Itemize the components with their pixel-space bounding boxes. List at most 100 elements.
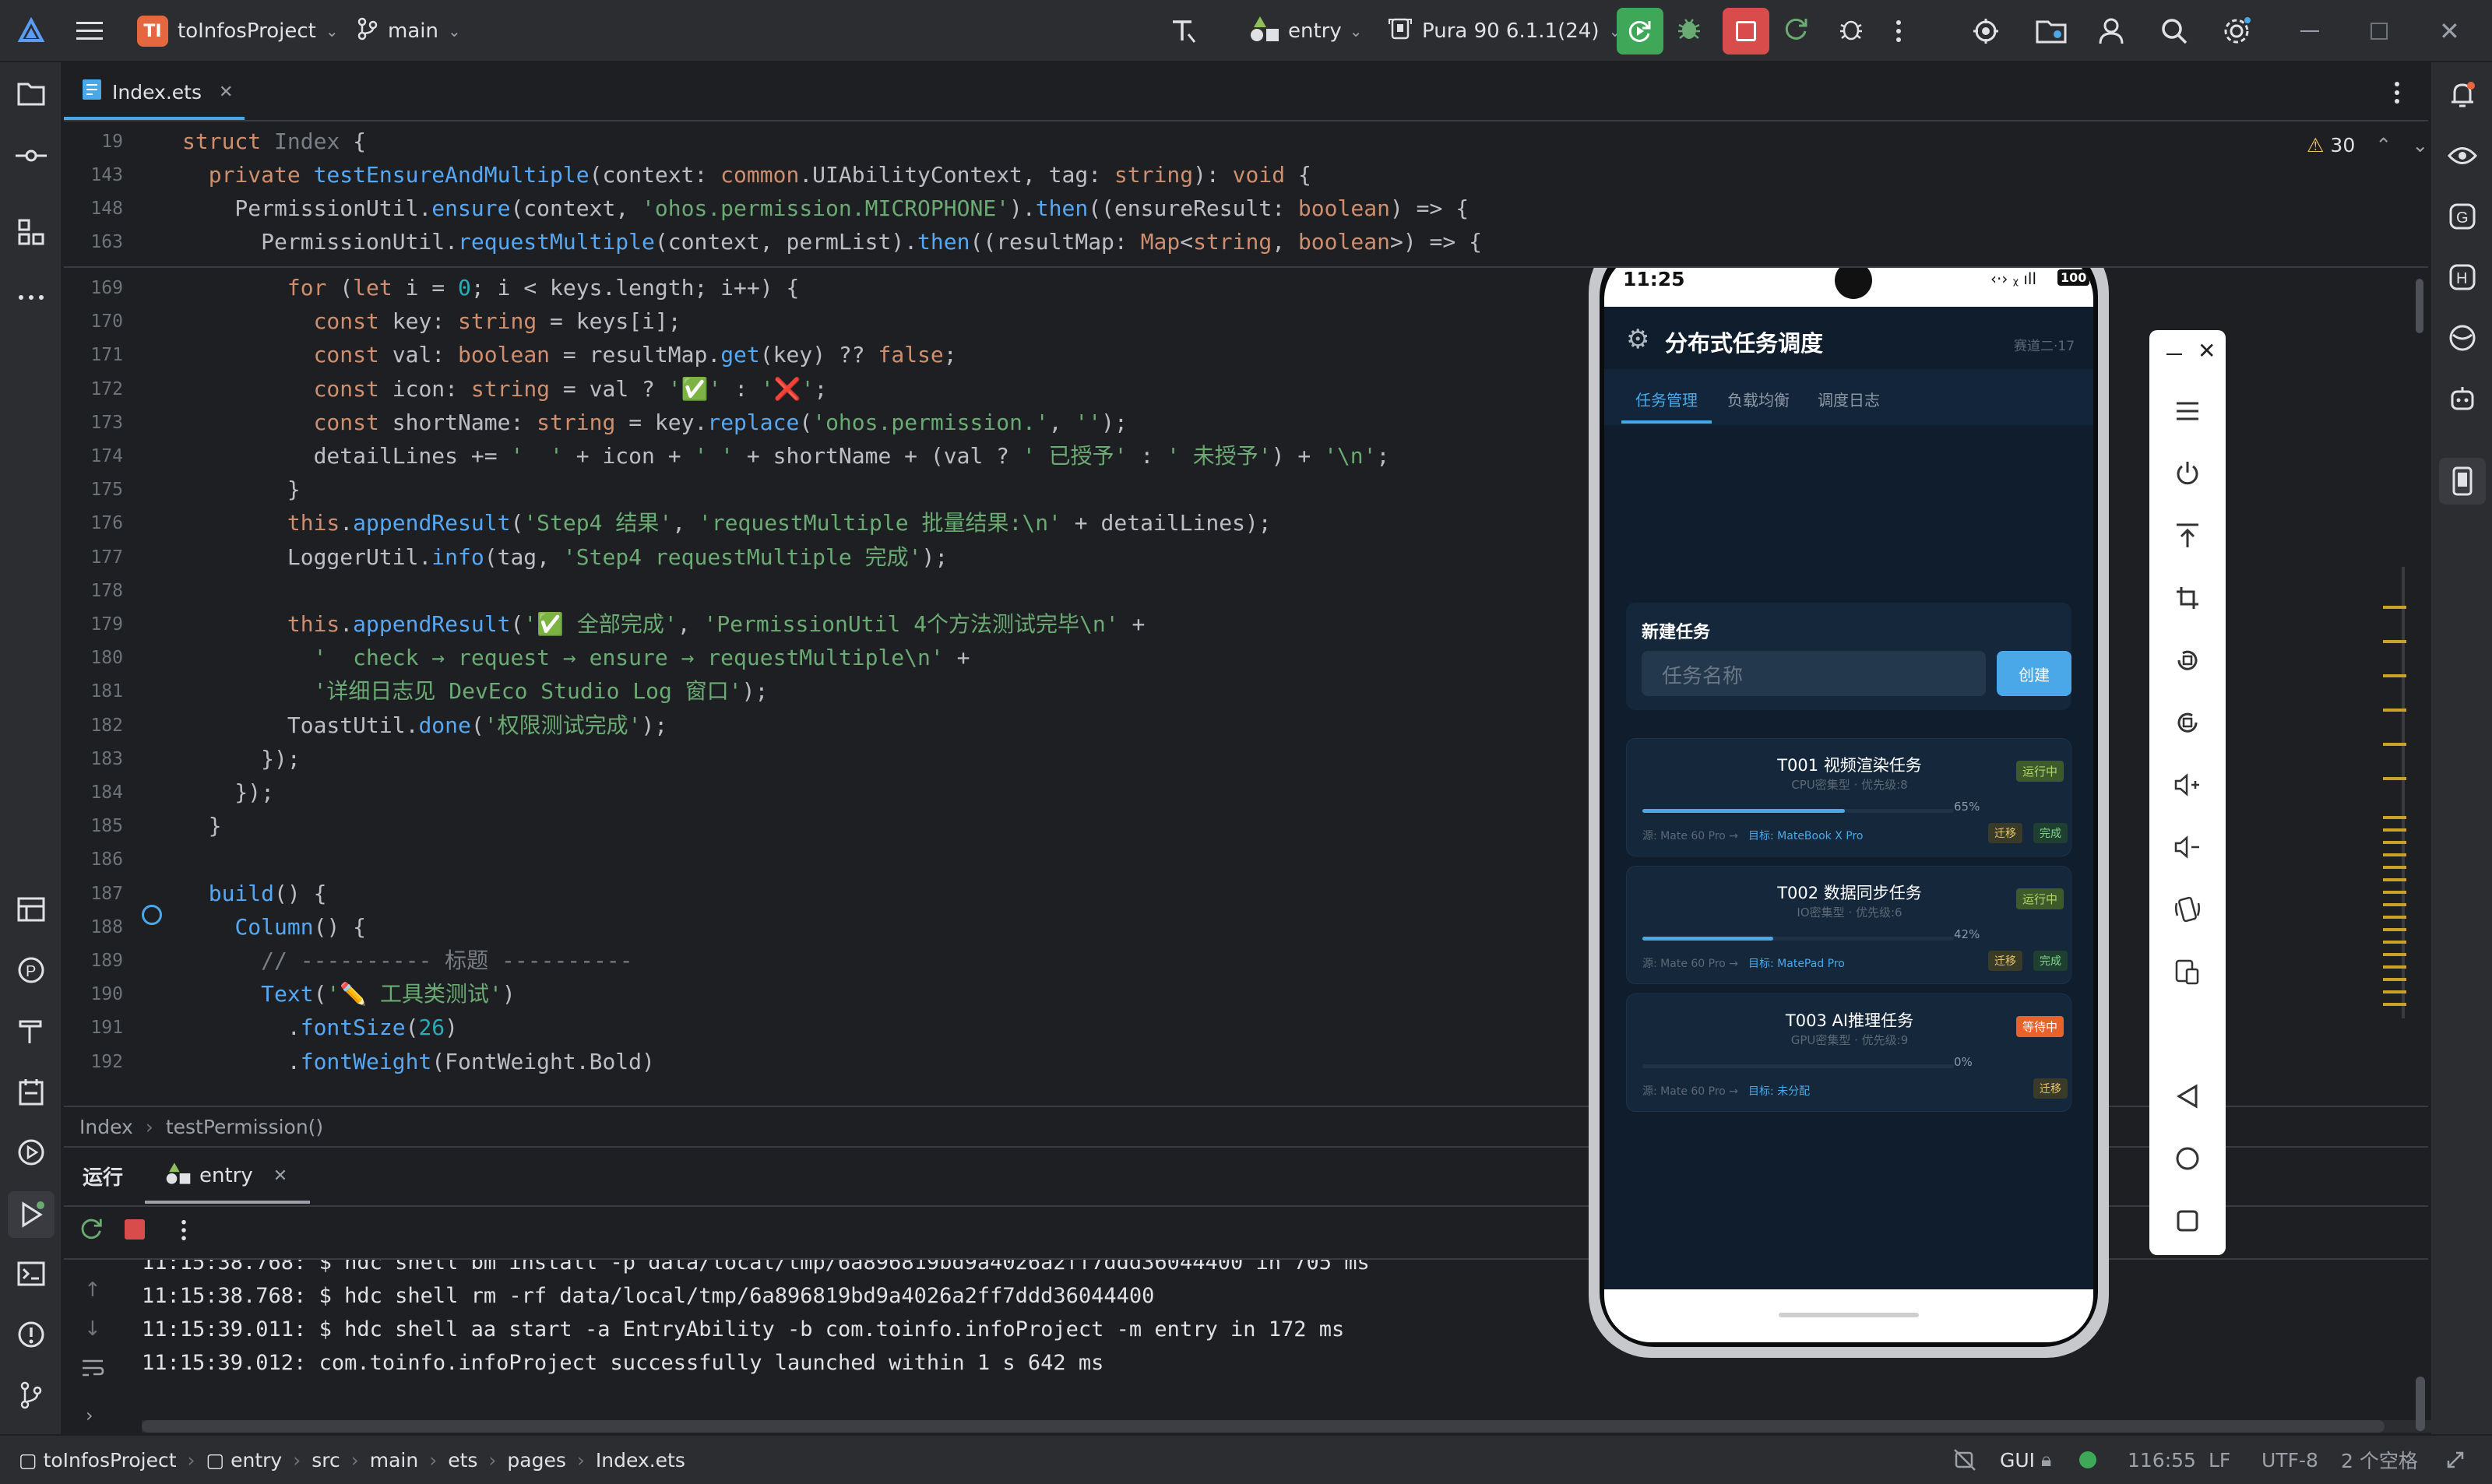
more-actions-icon[interactable] — [181, 1219, 187, 1244]
warning-marker[interactable] — [2383, 640, 2406, 643]
app-tab-tasks[interactable]: 任务管理 — [1635, 388, 1698, 410]
project-folder-icon[interactable] — [14, 76, 48, 111]
line-number[interactable]: 19 — [64, 125, 123, 159]
minimize-panel-icon[interactable] — [2166, 353, 2182, 355]
code-text[interactable]: struct Index { — [182, 125, 366, 159]
main-menu-icon[interactable] — [76, 0, 103, 62]
code-text[interactable]: // ---------- 标题 ---------- — [182, 944, 632, 978]
crop-screenshot-icon[interactable] — [2170, 581, 2205, 615]
code-text[interactable]: PermissionUtil.ensure(context, 'ohos.per… — [182, 192, 1469, 226]
warning-marker[interactable] — [2383, 841, 2406, 844]
code-line[interactable]: 19 struct Index { — [64, 125, 2428, 159]
target-icon[interactable] — [1972, 0, 2000, 62]
warning-marker[interactable] — [2383, 990, 2406, 993]
code-text[interactable]: private testEnsureAndMultiple(context: c… — [182, 158, 1311, 192]
line-number[interactable]: 189 — [64, 944, 123, 978]
line-number[interactable]: 182 — [64, 709, 123, 743]
inspection-widget[interactable]: ⚠ 30 ⌃ ⌄ — [2307, 134, 2428, 156]
line-number[interactable]: 177 — [64, 540, 123, 575]
code-text[interactable]: Text('✏️ 工具类测试') — [182, 977, 516, 1011]
gui-indicator[interactable]: GUI 🔒︎ — [2000, 1436, 2051, 1484]
home-circle-icon[interactable] — [2170, 1141, 2205, 1176]
line-number[interactable]: 170 — [64, 304, 123, 339]
build-hammer-icon[interactable] — [14, 1014, 48, 1048]
gutter-override-icon[interactable] — [142, 905, 162, 925]
close-panel-icon[interactable]: ✕ — [2198, 338, 2216, 364]
line-number[interactable]: 181 — [64, 674, 123, 709]
path-segment[interactable]: ets — [448, 1449, 477, 1472]
minimize-window-icon[interactable] — [2300, 0, 2319, 62]
line-number[interactable]: 192 — [64, 1045, 123, 1079]
volume-down-icon[interactable] — [2170, 830, 2205, 864]
line-number[interactable]: 169 — [64, 271, 123, 305]
app-tab-logs[interactable]: 调度日志 — [1818, 388, 1880, 410]
code-text[interactable]: const icon: string = val ? '✅' : '❌'; — [182, 372, 828, 406]
code-text[interactable]: ' check → request → ensure → requestMult… — [182, 641, 970, 675]
migrate-button[interactable]: 迁移 — [1988, 951, 2022, 971]
code-text[interactable]: }); — [182, 742, 301, 776]
chevron-up-icon[interactable]: ⌃ — [2375, 134, 2392, 156]
line-number[interactable]: 163 — [64, 225, 123, 259]
line-number[interactable]: 190 — [64, 977, 123, 1011]
warning-marker[interactable] — [2383, 709, 2406, 712]
code-text[interactable]: Column() { — [182, 910, 366, 944]
console-line[interactable]: 11:15:38.768: $ hdc shell rm -rf data/lo… — [142, 1284, 1154, 1308]
breadcrumb-struct[interactable]: Index — [79, 1116, 133, 1138]
more-tools-icon[interactable] — [14, 280, 48, 315]
complete-button[interactable]: 完成 — [2033, 823, 2068, 843]
create-task-button[interactable]: 创建 — [1997, 651, 2071, 696]
warning-marker[interactable] — [2383, 878, 2406, 881]
device-mirror-icon[interactable] — [2439, 458, 2486, 505]
editor-tab-index[interactable]: Index.ets ✕ — [81, 64, 233, 120]
soft-wrap-icon[interactable] — [81, 1358, 104, 1381]
warning-marker[interactable] — [2383, 674, 2406, 677]
line-number[interactable]: 173 — [64, 406, 123, 440]
rerun-icon[interactable] — [79, 1216, 104, 1244]
expand-chevron-icon[interactable]: › — [86, 1405, 93, 1426]
code-text[interactable]: } — [182, 809, 222, 843]
attach-debugger-button[interactable] — [1838, 0, 1864, 62]
line-number[interactable]: 179 — [64, 607, 123, 642]
scroll-down-icon[interactable]: ↓ — [84, 1317, 101, 1341]
line-number[interactable]: 180 — [64, 641, 123, 675]
warning-marker[interactable] — [2383, 953, 2406, 956]
recents-square-icon[interactable] — [2170, 1204, 2205, 1238]
home-indicator[interactable] — [1779, 1313, 1919, 1317]
path-segment[interactable]: ▢ toInfosProject — [19, 1449, 177, 1472]
code-text[interactable]: LoggerUtil.info(tag, 'Step4 requestMulti… — [182, 540, 948, 575]
multi-device-icon[interactable] — [2170, 955, 2205, 989]
layout-inspector-icon[interactable] — [2445, 321, 2480, 355]
warning-marker[interactable] — [2383, 941, 2406, 944]
stop-icon[interactable] — [125, 1219, 145, 1240]
code-text[interactable]: const key: string = keys[i]; — [182, 304, 681, 339]
complete-button[interactable]: 完成 — [2033, 951, 2068, 971]
warning-marker[interactable] — [2383, 1003, 2406, 1006]
notifications-bell-icon[interactable] — [2445, 78, 2480, 112]
line-number[interactable]: 143 — [64, 158, 123, 192]
chevron-down-icon[interactable]: ⌄ — [2412, 134, 2428, 156]
task-card[interactable]: T002 数据同步任务 IO密集型 · 优先级:6 运行中 42% 源: Mate 60… — [1626, 866, 2071, 984]
path-segment[interactable]: Index.ets — [596, 1449, 685, 1472]
file-encoding[interactable]: UTF-8 — [2261, 1436, 2318, 1484]
path-segment[interactable]: ▢ entry — [206, 1449, 283, 1472]
stop-button[interactable] — [1723, 0, 1769, 62]
code-line[interactable]: 163 PermissionUtil.requestMultiple(conte… — [64, 225, 2428, 259]
code-text[interactable]: for (let i = 0; i < keys.length; i++) { — [182, 271, 799, 305]
warning-marker[interactable] — [2383, 916, 2406, 919]
layout-icon[interactable] — [14, 892, 48, 927]
warning-marker[interactable] — [2383, 828, 2406, 832]
path-segment[interactable]: main — [370, 1449, 418, 1472]
device-screen[interactable]: 11:25 ‹·› ᵪ ıll 100 ⚙ 分布式任务调度 赛道二·17 任务管… — [1604, 252, 2093, 1342]
task-card[interactable]: T003 AI推理任务 GPU密集型 · 优先级:9 等待中 0% 源: Mate 60… — [1626, 993, 2071, 1112]
warning-marker[interactable] — [2383, 978, 2406, 981]
terminal-icon[interactable] — [14, 1257, 48, 1291]
run-config-tab[interactable]: entry ✕ — [165, 1148, 287, 1204]
console-line[interactable]: 11:15:39.011: $ hdc shell aa start -a En… — [142, 1317, 1344, 1342]
code-text[interactable]: .fontSize(26) — [182, 1011, 458, 1045]
rotate-left-icon[interactable] — [2170, 643, 2205, 677]
shake-device-icon[interactable] — [2170, 892, 2205, 927]
code-text[interactable]: }); — [182, 775, 274, 810]
path-segment[interactable]: src — [312, 1449, 340, 1472]
task-card[interactable]: T001 视频渲染任务 CPU密集型 · 优先级:8 运行中 65% 源: Mate 6… — [1626, 738, 2071, 856]
services-icon[interactable] — [14, 1135, 48, 1169]
